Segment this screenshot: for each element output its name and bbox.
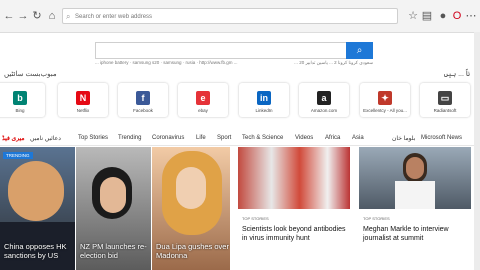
site-logo-icon: N xyxy=(76,91,90,105)
site-tile-label: Bing xyxy=(15,108,25,113)
tab-life[interactable]: Life xyxy=(196,135,206,141)
photo-face xyxy=(176,167,206,209)
card-tag: TOP STORIES xyxy=(363,216,390,221)
site-tile-6[interactable]: ✦ Excellentcy - All you... xyxy=(360,83,410,117)
address-placeholder: Search or enter web address xyxy=(75,14,153,20)
news-card-2[interactable]: Dua Lipa gushes over Madonna xyxy=(152,147,230,270)
opera-icon[interactable]: O xyxy=(450,9,464,23)
news-card-0[interactable]: TRENDING China opposes HK sanctions by U… xyxy=(0,147,75,270)
search-icon: ⌕ xyxy=(356,45,363,56)
site-tile-4[interactable]: in LinkedIn xyxy=(239,83,289,117)
top-sites-header: مبوب‌بست سائٹیں ناً ... ہیں xyxy=(0,68,480,80)
site-tile-label: Excellentcy - All you... xyxy=(363,108,407,113)
trending-searches: ... iphone battery · samsung s20 · samsu… xyxy=(95,60,373,68)
site-logo-icon: ▭ xyxy=(438,91,452,105)
trending-left[interactable]: ... iphone battery · samsung s20 · samsu… xyxy=(95,60,238,65)
card-tag: TOP STORIES xyxy=(242,216,269,221)
tab-top-stories[interactable]: Top Stories xyxy=(78,135,108,141)
tab-trending[interactable]: Trending xyxy=(118,135,141,141)
back-icon[interactable]: ← xyxy=(2,9,16,23)
address-bar[interactable]: ⌕ Search or enter web address xyxy=(62,8,398,24)
trending-right[interactable]: ... سعودی کرونا کرونا 2 ... یاسین تدابیر… xyxy=(294,60,373,66)
collections-icon[interactable]: ▤ xyxy=(420,9,434,23)
news-card-4[interactable]: TOP STORIES Meghan Markle to interview j… xyxy=(359,147,471,270)
site-tile-1[interactable]: N Netflix xyxy=(58,83,108,117)
photo-test-tubes xyxy=(238,147,350,209)
site-logo-icon: in xyxy=(257,91,271,105)
news-nav: میری فیڈ دعائیں نامیں Top Stories Trendi… xyxy=(0,133,480,146)
photo-jacket xyxy=(395,181,435,209)
site-logo-icon: a xyxy=(317,91,331,105)
tab-videos[interactable]: Videos xyxy=(295,135,313,141)
news-card-1[interactable]: NZ PM launches re-election bid xyxy=(76,147,151,270)
tab-africa[interactable]: Africa xyxy=(325,135,340,141)
page-settings-label[interactable]: ناً ... ہیں xyxy=(444,70,470,78)
profile-icon[interactable]: ● xyxy=(436,9,450,23)
menu-icon[interactable]: ⋯ xyxy=(464,9,478,23)
tab-sport[interactable]: Sport xyxy=(217,135,231,141)
card-caption: Scientists look beyond antibodies in vir… xyxy=(242,226,346,242)
site-tile-7[interactable]: ▭ Radiantsoft xyxy=(420,83,470,117)
site-tile-label: LinkedIn xyxy=(255,108,273,113)
site-tile-3[interactable]: e ebay xyxy=(178,83,228,117)
card-caption: China opposes HK sanctions by US xyxy=(4,242,67,260)
search-icon: ⌕ xyxy=(66,12,71,21)
site-logo-icon: b xyxy=(13,91,27,105)
site-logo-icon: e xyxy=(196,91,210,105)
photo-face xyxy=(406,157,424,179)
home-icon[interactable]: ⌂ xyxy=(45,9,59,23)
trending-badge: TRENDING xyxy=(3,152,33,159)
news-tab-left-1[interactable]: دعائیں نامیں xyxy=(30,135,61,142)
scrollbar[interactable] xyxy=(474,32,480,270)
microsoft-news-label: Microsoft News xyxy=(421,135,463,141)
site-logo-icon: ✦ xyxy=(378,91,392,105)
card-caption: Meghan Markle to interview journalist at… xyxy=(363,226,449,242)
favorites-icon[interactable]: ☆ xyxy=(406,9,420,23)
browser-toolbar: ← → ↻ ⌂ ⌕ Search or enter web address ☆ … xyxy=(0,0,480,33)
top-sites-label: مبوب‌بست سائٹیں xyxy=(4,71,57,78)
news-tab-left-0[interactable]: میری فیڈ xyxy=(2,135,25,142)
tab-asia[interactable]: Asia xyxy=(352,135,364,141)
site-tile-5[interactable]: a Amazon.com xyxy=(299,83,349,117)
site-tile-label: Netflix xyxy=(76,108,90,113)
refresh-icon[interactable]: ↻ xyxy=(30,9,44,23)
tab-coronavirus[interactable]: Coronavirus xyxy=(152,135,184,141)
site-tile-label: Radiantsoft xyxy=(433,108,457,113)
site-tile-label: Amazon.com xyxy=(310,108,338,113)
site-tile-label: Facebook xyxy=(133,108,153,113)
tab-tech-science[interactable]: Tech & Science xyxy=(242,135,283,141)
site-logo-icon: f xyxy=(136,91,150,105)
search-button[interactable]: ⌕ xyxy=(346,42,373,59)
card-caption: NZ PM launches re-election bid xyxy=(80,242,147,260)
photo-face xyxy=(8,161,64,221)
photo-face xyxy=(100,177,126,213)
card-caption: Dua Lipa gushes over Madonna xyxy=(156,242,229,260)
forward-icon[interactable]: → xyxy=(16,9,30,23)
site-tile-0[interactable]: b Bing xyxy=(0,83,45,117)
site-tile-label: ebay xyxy=(198,108,208,113)
search-input[interactable] xyxy=(95,42,373,59)
news-card-3[interactable]: TOP STORIES Scientists look beyond antib… xyxy=(238,147,350,270)
site-tile-2[interactable]: f Facebook xyxy=(118,83,168,117)
news-label-urdu: بلوما خان xyxy=(392,136,416,142)
